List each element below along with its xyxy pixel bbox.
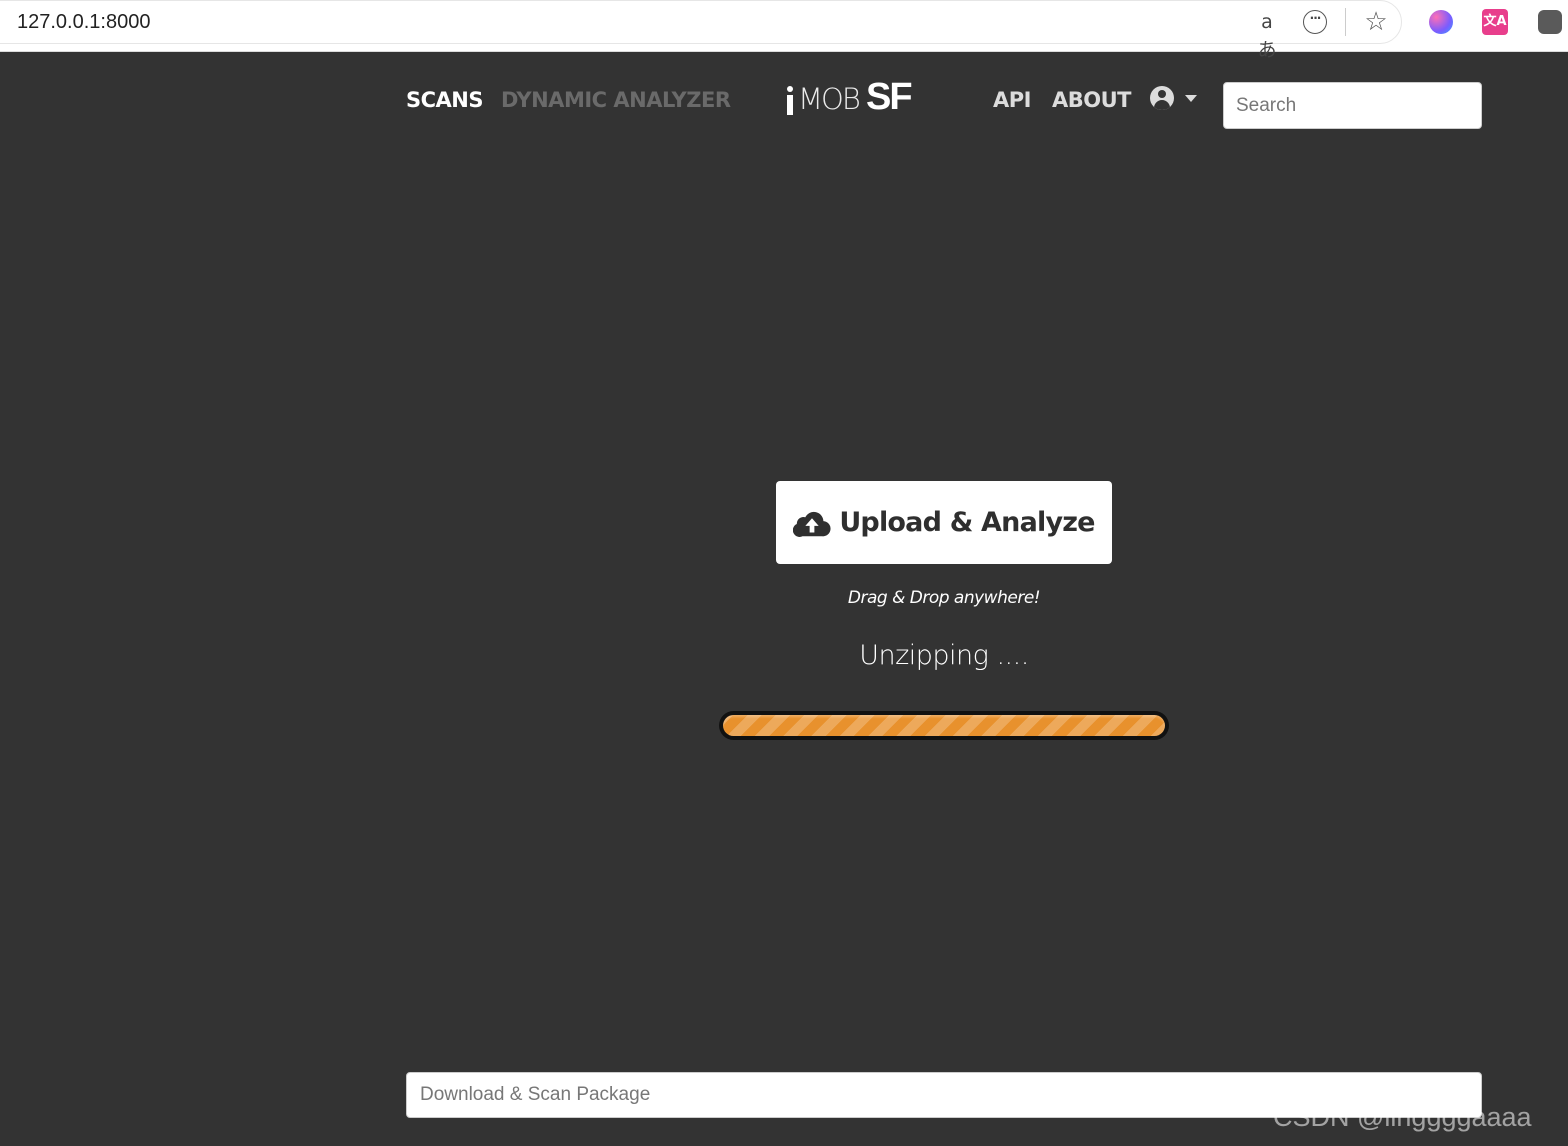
url-text[interactable]: 127.0.0.1:8000 [17,11,150,34]
nav-about[interactable]: ABOUT [1052,88,1132,112]
toolbar-divider [1345,8,1346,36]
logo-mob-text: MOB [798,82,861,116]
translate-extension-icon[interactable]: 文A [1481,8,1509,36]
upload-analyze-label: Upload & Analyze [839,507,1095,538]
watermark-text: CSDN @linggggaaaa [1273,1102,1532,1132]
more-icon-glyph: ··· [1303,10,1327,34]
browser-toolbar: i 127.0.0.1:8000 aあ ··· ☆ 文A [0,0,1568,61]
logo-sf-text: SF [866,76,913,118]
logo-i-mark [786,86,794,116]
mobsf-logo[interactable]: MOB SF [786,76,918,120]
translate-extension-glyph: 文A [1482,9,1508,35]
search-input[interactable] [1223,82,1482,129]
upload-analyze-button[interactable]: Upload & Analyze [776,481,1112,564]
caret-down-icon [1185,95,1197,102]
cloud-upload-icon [793,511,831,537]
address-bar[interactable]: i 127.0.0.1:8000 [0,0,1402,44]
user-circle-icon [1150,86,1174,110]
bookmark-star-icon[interactable]: ☆ [1362,8,1390,36]
extension-icon[interactable] [1536,8,1564,36]
nav-dynamic-analyzer[interactable]: DYNAMIC ANALYZER [501,88,731,112]
translate-icon[interactable]: aあ [1253,8,1281,61]
upload-progress-fill [723,715,1165,736]
user-menu-dropdown[interactable] [1150,86,1202,114]
upload-progress-bar [719,711,1169,740]
drag-drop-hint: Drag & Drop anywhere! [847,588,1041,608]
nav-scans[interactable]: SCANS [406,88,484,112]
upload-status: Unzipping .... [859,640,1029,671]
more-icon[interactable]: ··· [1301,8,1329,36]
brain-extension-icon[interactable] [1427,8,1455,36]
nav-api[interactable]: API [993,88,1031,112]
